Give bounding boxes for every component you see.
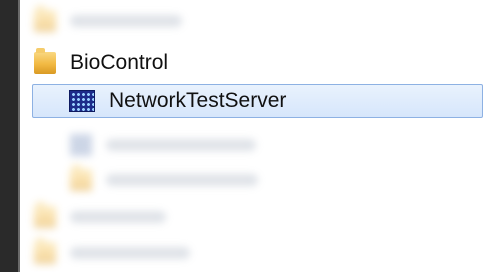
menu-item-blurred-1[interactable] [70, 128, 256, 162]
folder-icon [34, 6, 56, 32]
menu-item-label: BioControl [70, 51, 169, 74]
grid-app-icon [69, 90, 95, 112]
folder-icon [34, 48, 56, 74]
start-menu-program-list: BioControl NetworkTestServer [0, 0, 483, 272]
folder-icon [34, 238, 56, 264]
blurred-label [106, 174, 258, 186]
menu-item-blurred-2[interactable] [70, 163, 258, 197]
folder-icon [70, 165, 92, 191]
menu-item-biocontrol[interactable]: BioControl [34, 46, 168, 80]
blurred-label [106, 139, 256, 151]
app-icon [70, 134, 92, 156]
menu-item-label: NetworkTestServer [109, 89, 287, 112]
menu-item-networktestserver[interactable]: NetworkTestServer [32, 84, 483, 118]
menu-item-blurred-4[interactable] [34, 236, 190, 270]
left-edge [0, 0, 20, 272]
blurred-label [70, 247, 190, 259]
folder-icon [34, 202, 56, 228]
blurred-label [70, 211, 166, 223]
blurred-label [70, 15, 182, 27]
menu-item-blurred-3[interactable] [34, 200, 166, 234]
menu-item-blurred-top[interactable] [34, 4, 182, 38]
